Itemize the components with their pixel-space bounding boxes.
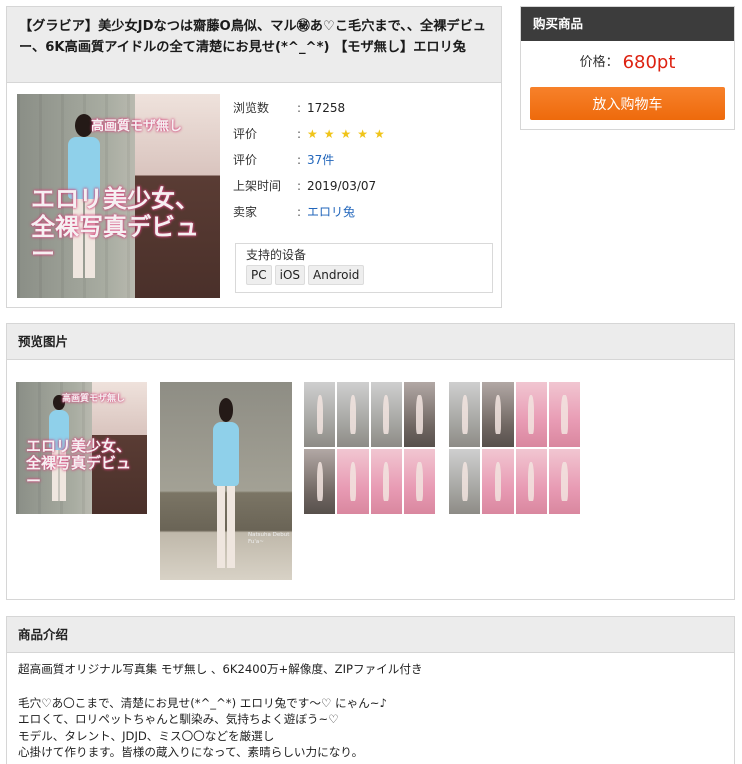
info-row-reviews: 评价 : 37件 <box>233 147 495 173</box>
intro-line-5: 心掛けて作ります。皆様の蔵入りになって、素晴らしい力になり。 <box>18 745 364 759</box>
buy-title: 购买商品 <box>521 7 734 41</box>
thumb2-caption: Natsuha Debut Fu'a~ <box>248 532 290 546</box>
supported-devices-box: 支持的设备 PC iOS Android <box>235 243 493 293</box>
info-row-date: 上架时间 : 2019/03/07 <box>233 173 495 199</box>
device-tag-pc: PC <box>246 265 272 285</box>
seller-colon: : <box>297 205 302 219</box>
preview-thumb-1[interactable]: 高画質モザ無し エロリ美少女、全裸写真デビュー <box>16 382 147 514</box>
rating-colon: : <box>297 127 302 141</box>
thumb1-text-main: エロリ美少女、全裸写真デビュー <box>26 437 132 490</box>
device-tag-ios: iOS <box>274 265 306 285</box>
views-value: 17258 <box>307 101 346 115</box>
device-tags: PC iOS Android <box>246 265 482 285</box>
buy-panel: 购买商品 价格： 680pt 放入购物车 <box>520 6 735 130</box>
thumb1-text-top: 高画質モザ無し <box>62 394 126 404</box>
views-colon: : <box>297 101 302 115</box>
price-label: 价格： <box>579 55 619 70</box>
date-value: 2019/03/07 <box>307 179 377 193</box>
preview-title: 预览图片 <box>7 324 734 360</box>
intro-title: 商品介绍 <box>7 617 734 653</box>
intro-line-1: 超高画質オリジナル写真集 モザ無し 、6K2400万+解像度、ZIPファイル付き <box>18 662 423 676</box>
product-title: 【グラビア】美少女JDなつは齋藤O鳥似、マル㊙あ♡こ毛穴まで、、全裸デビュー、6… <box>7 7 501 83</box>
product-cover-image[interactable]: 高画質モザ無し エロリ美少女、全裸写真デビュー <box>17 94 220 298</box>
intro-body: 超高画質オリジナル写真集 モザ無し 、6K2400万+解像度、ZIPファイル付き… <box>18 661 724 761</box>
cover-text-main: エロリ美少女、全裸写真デビュー <box>31 185 199 269</box>
preview-panel: 预览图片 高画質モザ無し エロリ美少女、全裸写真デビュー Natsuha Deb… <box>6 323 735 600</box>
preview-thumb-3[interactable] <box>304 382 435 514</box>
add-to-cart-button[interactable]: 放入购物车 <box>530 87 725 120</box>
info-row-views: 浏览数 : 17258 <box>233 95 495 121</box>
preview-thumb-4[interactable] <box>449 382 580 514</box>
devices-title: 支持的设备 <box>246 248 307 262</box>
seller-link[interactable]: エロリ兔 <box>307 199 355 225</box>
intro-line-2: 毛穴♡あ〇こまで、清楚にお見せ(*^_^*) エロリ兔です～♡ にゃん~♪ <box>18 695 387 710</box>
price-row: 价格： 680pt <box>521 51 734 73</box>
seller-label: 卖家 <box>233 205 258 219</box>
preview-thumb-2[interactable]: Natsuha Debut Fu'a~ <box>160 382 292 580</box>
reviews-colon: : <box>297 153 302 167</box>
product-info: 浏览数 : 17258 评价 : ★★★★★ 评价 : 37件 上架时间 : 2… <box>233 95 495 293</box>
cover-text-top: 高画質モザ無し <box>91 119 183 134</box>
views-label: 浏览数 <box>233 101 270 115</box>
date-label: 上架时间 <box>233 179 282 193</box>
intro-line-3: エロくて、ロリペットちゃんと馴染み、気持ちよく遊ぼう~♡ <box>18 712 339 726</box>
device-tag-android: Android <box>308 265 365 285</box>
intro-line-4: モデル、タレント、JDJD、ミス〇〇などを厳選し <box>18 728 275 743</box>
reviews-link[interactable]: 37件 <box>307 147 334 173</box>
date-colon: : <box>297 179 302 193</box>
info-row-seller: 卖家 : エロリ兔 <box>233 199 495 225</box>
info-row-rating: 评价 : ★★★★★ <box>233 121 495 147</box>
intro-panel: 商品介绍 超高画質オリジナル写真集 モザ無し 、6K2400万+解像度、ZIPフ… <box>6 616 735 764</box>
price-value: 680pt <box>622 52 676 73</box>
reviews-label: 评价 <box>233 153 258 167</box>
rating-label: 评价 <box>233 127 258 141</box>
rating-stars-icon: ★★★★★ <box>307 127 391 141</box>
product-panel: 【グラビア】美少女JDなつは齋藤O鳥似、マル㊙あ♡こ毛穴まで、、全裸デビュー、6… <box>6 6 502 308</box>
